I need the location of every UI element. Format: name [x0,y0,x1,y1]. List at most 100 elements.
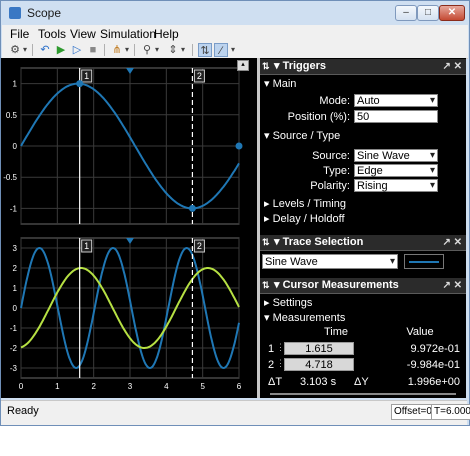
y-tick-label: 0.5 [6,111,18,120]
y-tick-label: 0 [13,304,18,313]
toolbar: ⚙ ▾ ↶ ▶ ▷ ■ ⋔ ▾ ⚲ ▾ ⇕ ▾ ⇅ ∕ ▾ [2,42,468,59]
measurements-dropdown-icon[interactable]: ▾ [230,43,236,57]
delay-holdoff-label: Delay / Holdoff [272,213,345,225]
toolbar-separator [32,44,33,56]
autoscale-icon[interactable]: ⇕ [166,43,180,57]
zoom-icon[interactable]: ⚲ [140,43,154,57]
triggers-icon[interactable]: ⇅ [198,43,212,57]
cursor1-time-field[interactable]: 1.615 [284,342,354,355]
menu-simulation[interactable]: Simulation [100,27,156,41]
pin-icon[interactable]: ⇅ [262,278,270,293]
cursor2-time-field[interactable]: 4.718 [284,358,354,371]
measurements-label: Measurements [272,312,346,324]
menu-view[interactable]: View [70,27,96,41]
main-label: Main [272,78,297,90]
levels-timing-label: Levels / Timing [272,198,346,210]
cursor-marker-1 [76,80,84,88]
status-bar: Ready Offset=0 T=6.000 [1,400,470,425]
settings-label: Settings [272,297,313,309]
trace-selection-header-label: ▾ Trace Selection [274,236,364,248]
x-tick-label: 3 [128,382,133,391]
delay-holdoff-toggle[interactable]: ▸ Delay / Holdoff [264,212,345,225]
undock-icon[interactable]: ▴ [237,60,249,71]
y-tick-label: 1 [13,80,18,89]
mode-dropdown[interactable]: Auto [354,94,438,107]
menu-file[interactable]: File [10,27,29,41]
trace-selection-close-icon[interactable]: ↗ ✕ [442,235,462,250]
highlight-block-icon[interactable]: ⋔ [110,43,124,57]
cursor-measurements-header-label: ▾ Cursor Measurements [274,279,399,291]
triggers-title: Triggers [282,60,326,72]
cursor1-row-label: 1 [268,343,275,355]
x-tick-label: 4 [164,382,169,391]
menu-bar: File Tools View Simulation Help [2,25,468,42]
cursor-label-2: 2 [197,71,202,81]
run-icon[interactable]: ▶ [54,43,68,57]
pin-icon[interactable]: ⇅ [262,235,270,250]
y-tick-label: -0.5 [3,173,17,182]
cursor-label-1: 1 [84,241,89,251]
time-indicator: T=6.000 [431,404,470,420]
triggers-header[interactable]: ⇅ ▾ Triggers ↗ ✕ [260,59,466,75]
autoscale-dropdown-icon[interactable]: ▾ [180,43,186,57]
y-tick-label: 3 [13,244,18,253]
triggers-header-label: ▾ Triggers [274,60,326,72]
x-tick-label: 6 [237,382,242,391]
measurements-toggle[interactable]: ▾ Measurements [264,311,345,324]
position-label: Position (%): [287,111,350,123]
settings-dropdown-icon[interactable]: ▾ [22,43,28,57]
stop-icon[interactable]: ■ [86,43,100,57]
type-dropdown[interactable]: Edge [354,164,438,177]
source-label: Source: [312,150,350,162]
x-tick-label: 1 [55,382,60,391]
toolbar-separator [134,44,135,56]
settings-gear-icon[interactable]: ⚙ [8,43,22,57]
delta-y-label: ΔY [354,376,369,388]
cursor2-row-label: 2 [268,359,275,371]
levels-timing-toggle[interactable]: ▸ Levels / Timing [264,197,346,210]
trace-selection-header[interactable]: ⇅ ▾ Trace Selection ↗ ✕ [260,235,466,251]
pin-icon[interactable]: ⇅ [262,59,270,74]
source-type-section-toggle[interactable]: ▾ Source / Type [264,129,340,142]
main-section-toggle[interactable]: ▾ Main [264,77,296,90]
type-label: Type: [323,165,350,177]
trace-dropdown[interactable]: Sine Wave [262,254,398,269]
y-tick-label: -1 [10,204,18,213]
cursor-measurements-close-icon[interactable]: ↗ ✕ [442,278,462,293]
cursor-measurements-header[interactable]: ⇅ ▾ Cursor Measurements ↗ ✕ [260,278,466,294]
close-button[interactable]: ✕ [439,5,465,21]
scope-plot-area: 1212 1 0.5 0 -0.5 -1 3 2 1 0 -1 -2 -3 0 1 2 3 4 5 6 ▴ [1,58,259,398]
triggers-close-icon[interactable]: ↗ ✕ [442,59,462,74]
revert-icon[interactable]: ↶ [38,43,52,57]
menu-help[interactable]: Help [154,27,179,41]
minimize-button[interactable]: – [395,5,417,21]
trigger-level-marker [235,142,243,150]
highlight-dropdown-icon[interactable]: ▾ [124,43,130,57]
cursor2-value: -9.984e-01 [406,359,460,371]
delta-t-value: 3.103 s [300,376,337,388]
trace-color-line [409,261,439,263]
x-tick-label: 2 [91,382,96,391]
cursor-measurements-icon[interactable]: ∕ [214,43,228,57]
mode-label: Mode: [319,95,350,107]
settings-toggle[interactable]: ▸ Settings [264,296,312,309]
zoom-dropdown-icon[interactable]: ▾ [154,43,160,57]
polarity-label: Polarity: [310,180,350,192]
source-type-label: Source / Type [272,130,341,142]
time-column-header: Time [323,326,349,338]
scope-plots-svg: 1 21 2 10.50-0.5-13210-1-2-30 1 2 3 4 5 6 [3,67,243,391]
status-text: Ready [7,405,39,417]
menu-tools[interactable]: Tools [38,27,66,41]
x-tick-label: 0 [19,382,24,391]
delta-t-label: ΔT [268,376,283,388]
y-tick-label: -2 [10,344,18,353]
cursor-label-1: 1 [84,71,89,81]
measurements-scroll-divider [270,393,456,395]
step-forward-icon[interactable]: ▷ [70,43,84,57]
position-input[interactable]: 50 [354,110,438,123]
value-column-header: Value [406,326,434,338]
maximize-button[interactable]: □ [417,5,439,21]
toolbar-separator [104,44,105,56]
source-dropdown[interactable]: Sine Wave [354,149,438,162]
polarity-dropdown[interactable]: Rising [354,179,438,192]
